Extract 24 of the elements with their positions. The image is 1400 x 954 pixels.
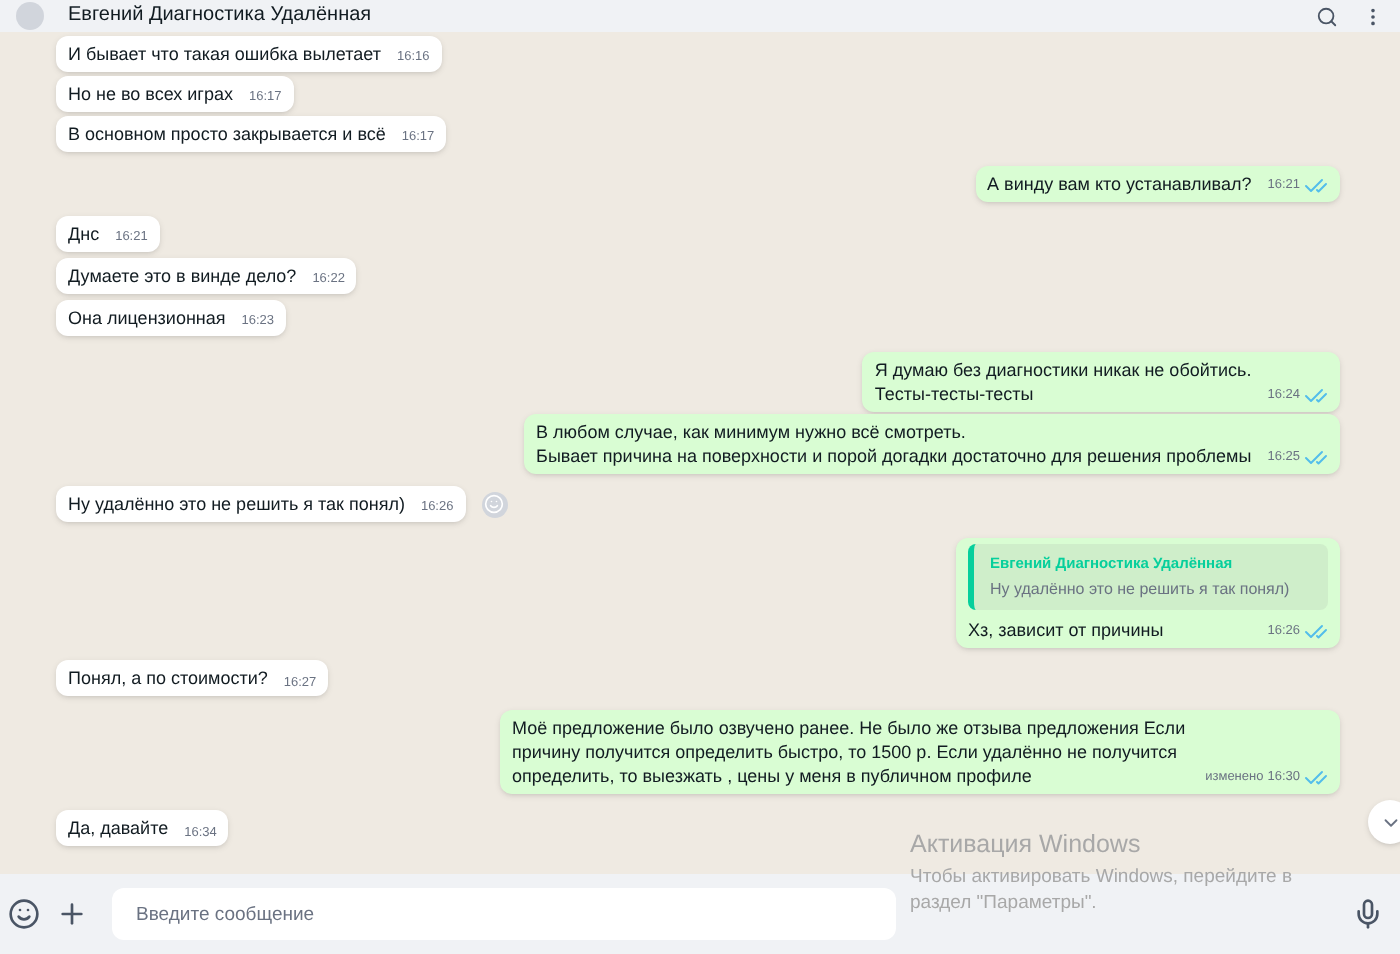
- message-text: Она лицензионная: [68, 306, 226, 330]
- message-text: И бывает что такая ошибка вылетает: [68, 42, 381, 66]
- message-text: А винду вам кто устанавливал?: [987, 172, 1252, 196]
- message-text: Ну удалённо это не решить я так понял): [68, 492, 405, 516]
- activation-title: Активация Windows: [910, 828, 1143, 862]
- quote-text: Ну удалённо это не решить я так понял): [990, 578, 1292, 603]
- emoji-icon[interactable]: [8, 898, 40, 930]
- message-text: Понял, а по стоимости?: [68, 666, 268, 691]
- message-text: Я думаю без диагностики никак не обойтись. Тесты-тесты-тесты: [874, 358, 1252, 406]
- message-text: Днс: [68, 222, 100, 246]
- message-text: Но не во всех играх: [68, 82, 233, 106]
- message-text: В любом случае, как минимум нужно всё смотреть. Бывает причина на поверхности и порой догадки достаточно для решения проблемы: [536, 420, 1252, 468]
- smiley-icon: [484, 494, 505, 514]
- message-text: В основном просто закрывается и всё: [68, 122, 386, 146]
- message-text: Да, давайте: [68, 816, 169, 841]
- attach-plus-icon[interactable]: [56, 898, 88, 930]
- contact-name[interactable]: Евгений Диагностика Удалённая: [68, 4, 1292, 28]
- message-input[interactable]: Введите сообщение: [112, 888, 896, 940]
- microphone-icon[interactable]: [1352, 898, 1384, 930]
- search-icon[interactable]: [1316, 5, 1338, 27]
- message-text: Думаете это в винде дело?: [68, 264, 297, 288]
- message-text: Хз, зависит от причины: [968, 618, 1164, 643]
- activation-text: Чтобы активировать Windows, перейдите в раздел "Параметры".: [910, 863, 1295, 916]
- message-text: Моё предложение было озвучено ранее. Не было же отзыва предложения Если причину получится определить быстро, то 1500 р. Если удалённо не получится определить, то выезжать , цены у меня в публичном профиле: [512, 716, 1188, 789]
